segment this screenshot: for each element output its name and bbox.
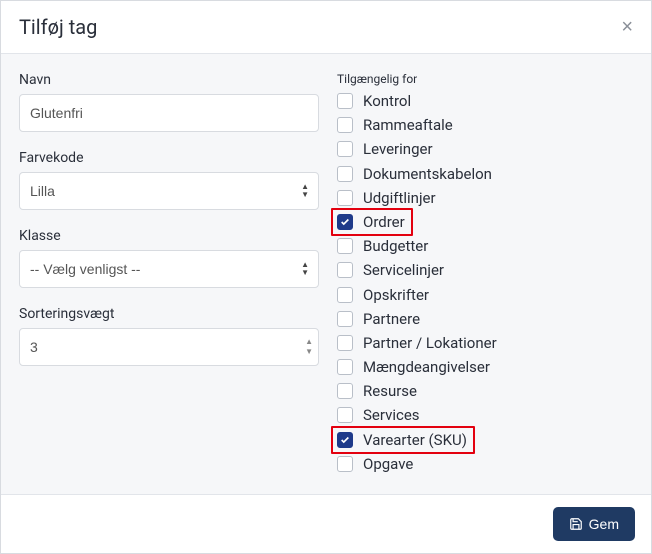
name-input[interactable]: [19, 94, 319, 132]
save-button[interactable]: Gem: [553, 507, 635, 541]
close-icon[interactable]: ×: [621, 17, 633, 37]
checkbox-row[interactable]: Varearter (SKU): [337, 429, 633, 451]
checkbox[interactable]: [337, 335, 353, 351]
checkbox[interactable]: [337, 117, 353, 133]
check-icon: [340, 435, 350, 445]
available-for-column: Tilgængelig for Kontrol Rammeaftale Leveri…: [337, 72, 633, 484]
checkbox-row[interactable]: Partner / Lokationer: [337, 332, 633, 354]
checkbox[interactable]: [337, 407, 353, 423]
colorcode-label: Farvekode: [19, 150, 319, 166]
checkbox[interactable]: [337, 311, 353, 327]
checkbox-label[interactable]: Rammeaftale: [363, 116, 453, 134]
colorcode-select[interactable]: [19, 172, 319, 210]
checkbox-row[interactable]: Kontrol: [337, 90, 633, 112]
checkbox-row[interactable]: Dokumentskabelon: [337, 163, 633, 185]
checkbox-label[interactable]: Resurse: [363, 382, 417, 400]
checkbox-row[interactable]: Services: [337, 404, 633, 426]
sortweight-label: Sorteringsvægt: [19, 306, 319, 322]
save-button-label: Gem: [589, 516, 619, 532]
checkbox-row[interactable]: Resurse: [337, 380, 633, 402]
name-group: Navn: [19, 72, 319, 132]
checkbox[interactable]: [337, 238, 353, 254]
checkbox[interactable]: [337, 287, 353, 303]
class-select[interactable]: [19, 250, 319, 288]
colorcode-group: Farvekode: [19, 150, 319, 210]
checkbox-label[interactable]: Udgiftlinjer: [363, 189, 436, 207]
checkbox[interactable]: [337, 141, 353, 157]
checkbox-row[interactable]: Servicelinjer: [337, 259, 633, 281]
checkbox[interactable]: [337, 214, 353, 230]
checkbox[interactable]: [337, 383, 353, 399]
checkbox-list-wrap: Kontrol Rammeaftale Leveringer Dokumentskab…: [337, 90, 633, 475]
checkbox[interactable]: [337, 262, 353, 278]
available-for-label: Tilgængelig for: [337, 72, 633, 86]
checkbox-row[interactable]: Budgetter: [337, 235, 633, 257]
checkbox-label[interactable]: Opgave: [363, 455, 413, 473]
modal-title: Tilføj tag: [19, 15, 97, 39]
checkbox-label[interactable]: Mængdeangivelser: [363, 358, 490, 376]
name-label: Navn: [19, 72, 319, 88]
checkbox[interactable]: [337, 432, 353, 448]
checkbox-label[interactable]: Servicelinjer: [363, 261, 444, 279]
form-left-column: Navn Farvekode Klasse Sorteringsvægt: [19, 72, 319, 484]
sortweight-input[interactable]: [19, 328, 319, 366]
modal-body: Navn Farvekode Klasse Sorteringsvægt: [1, 54, 651, 494]
checkbox-label[interactable]: Leveringer: [363, 140, 433, 158]
sortweight-group: Sorteringsvægt: [19, 306, 319, 366]
modal: Tilføj tag × Navn Farvekode Klasse: [0, 0, 652, 554]
checkbox-label[interactable]: Budgetter: [363, 237, 428, 255]
checkbox-label[interactable]: Varearter (SKU): [363, 431, 467, 449]
checkbox-row[interactable]: Opskrifter: [337, 284, 633, 306]
modal-header: Tilføj tag ×: [1, 1, 651, 54]
checkbox-label[interactable]: Opskrifter: [363, 286, 429, 304]
checkbox-row[interactable]: Partnere: [337, 308, 633, 330]
save-icon: [569, 517, 583, 531]
checkbox-label[interactable]: Services: [363, 406, 420, 424]
checkbox-label[interactable]: Ordrer: [363, 213, 405, 231]
checkbox[interactable]: [337, 93, 353, 109]
checkbox[interactable]: [337, 456, 353, 472]
checkbox[interactable]: [337, 190, 353, 206]
checkbox-list: Kontrol Rammeaftale Leveringer Dokumentskab…: [337, 90, 633, 475]
class-group: Klasse: [19, 228, 319, 288]
checkbox-row[interactable]: Rammeaftale: [337, 114, 633, 136]
checkbox-row[interactable]: Ordrer: [337, 211, 633, 233]
checkbox-label[interactable]: Kontrol: [363, 92, 411, 110]
checkbox[interactable]: [337, 166, 353, 182]
checkbox-row[interactable]: Leveringer: [337, 138, 633, 160]
checkbox-row[interactable]: Opgave: [337, 453, 633, 475]
checkbox[interactable]: [337, 359, 353, 375]
checkbox-row[interactable]: Mængdeangivelser: [337, 356, 633, 378]
class-label: Klasse: [19, 228, 319, 244]
checkbox-row[interactable]: Udgiftlinjer: [337, 187, 633, 209]
modal-footer: Gem: [1, 494, 651, 553]
checkbox-label[interactable]: Dokumentskabelon: [363, 165, 492, 183]
check-icon: [340, 217, 350, 227]
checkbox-label[interactable]: Partnere: [363, 310, 420, 328]
checkbox-label[interactable]: Partner / Lokationer: [363, 334, 497, 352]
